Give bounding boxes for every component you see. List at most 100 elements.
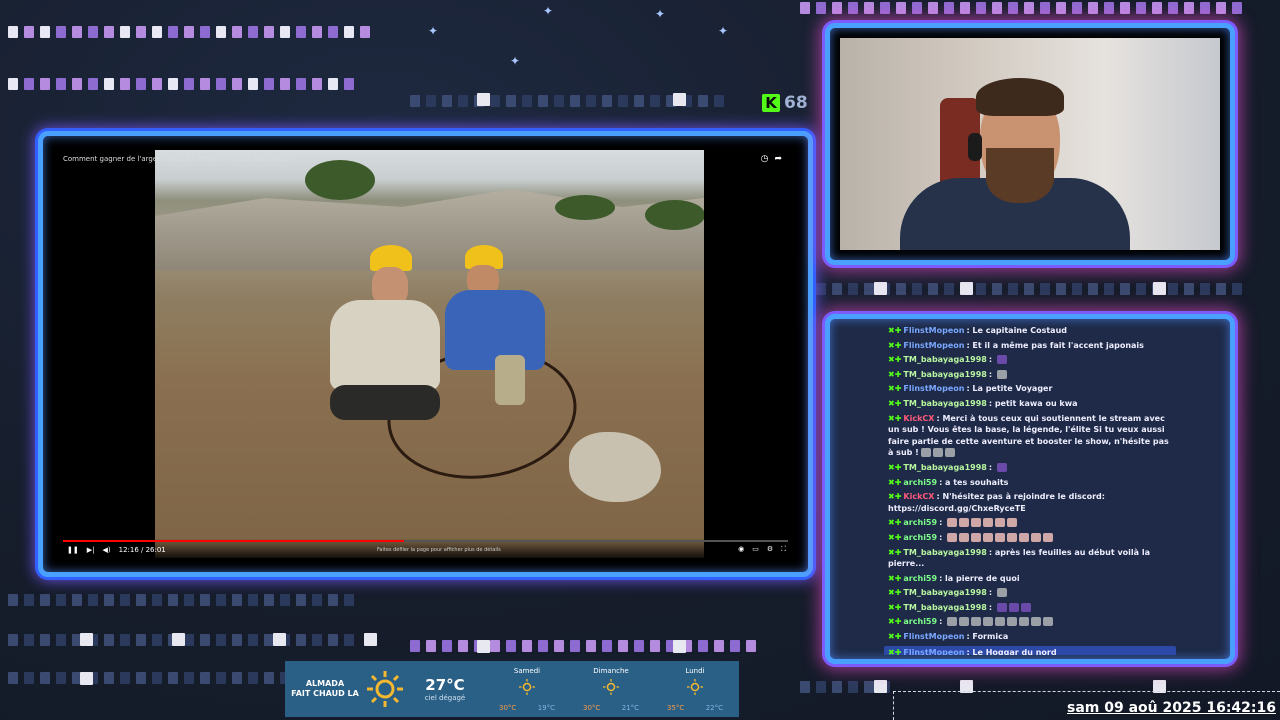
emote-icon: [996, 588, 1007, 598]
emote-icon: [1020, 602, 1031, 612]
emote-icon: [947, 518, 958, 528]
emote-icon: [944, 448, 955, 458]
kick-badge-icon: ✖✚: [888, 413, 902, 423]
chat-username[interactable]: archi59: [903, 478, 937, 487]
emote-icon: [947, 617, 958, 627]
chat-username[interactable]: TM_babayaga1998: [903, 463, 986, 472]
chat-username[interactable]: TM_babayaga1998: [903, 548, 986, 557]
pixel-square-decoration: [874, 680, 887, 693]
chat-separator: :: [988, 588, 995, 598]
chat-username[interactable]: archi59: [903, 518, 937, 527]
webcam-panel: [825, 23, 1235, 265]
chat-text: a tes souhaits: [945, 477, 1009, 487]
emote-icon: [996, 369, 1007, 379]
forecast-day-name: Samedi: [513, 667, 541, 675]
chat-username[interactable]: KickCX: [903, 414, 934, 423]
pixel-row-decoration: [8, 672, 290, 684]
volume-icon[interactable]: ◀): [102, 546, 110, 554]
chat-username[interactable]: FlinstMopeon: [903, 384, 964, 393]
chat-message: ✖✚ KickCX: Merci à tous ceux qui soutienn…: [888, 413, 1172, 459]
emote-icon: [996, 355, 1007, 365]
chat-username[interactable]: FlinstMopeon: [903, 341, 964, 350]
subtitles-icon[interactable]: ▭: [752, 545, 759, 554]
emote-icon: [920, 448, 931, 458]
chat-username[interactable]: TM_babayaga1998: [903, 370, 986, 379]
pause-icon[interactable]: ❚❚: [67, 546, 79, 554]
sun-icon: [365, 669, 405, 709]
pixel-square-decoration: [477, 93, 490, 106]
video-progress-bar[interactable]: [63, 540, 788, 542]
video-left-controls: ❚❚ ▶| ◀) 12:16 / 26:01: [67, 546, 166, 554]
chat-message: ✖✚ TM_babayaga1998:: [888, 354, 1172, 366]
chat-username[interactable]: archi59: [903, 574, 937, 583]
kick-badge-icon: ✖✚: [888, 632, 902, 642]
kick-badge-icon: ✖✚: [888, 398, 902, 408]
emote-icon: [971, 518, 982, 528]
kick-badge-icon: ✖✚: [888, 617, 902, 627]
chat-separator: :: [939, 518, 946, 528]
weather-widget: ALMADA FAIT CHAUD LA 27°C ciel dégagé Sa…: [285, 661, 739, 717]
chat-username[interactable]: TM_babayaga1998: [903, 603, 986, 612]
pixel-square-decoration: [874, 282, 887, 295]
chat-text: Et il a même pas fait l'accent japonais: [972, 340, 1144, 350]
pixel-row-decoration: [410, 640, 756, 652]
emote-icon: [983, 518, 994, 528]
video-right-controls: ◉ ▭ ⚙ ⛶: [738, 545, 786, 554]
autoplay-toggle-icon[interactable]: ◉: [738, 545, 744, 554]
kick-badge-icon: ✖✚: [888, 492, 902, 502]
pixel-row-decoration: [8, 78, 354, 90]
pixel-square-decoration: [273, 633, 286, 646]
pixel-square-decoration: [80, 633, 93, 646]
chat-message: ✖✚ TM_babayaga1998: après les feuilles au…: [888, 547, 1172, 570]
kick-badge-icon: ✖✚: [888, 477, 902, 487]
pixel-row-decoration: [800, 283, 1242, 295]
webcam-feed: [840, 38, 1220, 250]
chat-message: ✖✚ KickCX: N'hésitez pas à rejoindre le d…: [888, 491, 1172, 514]
chat-username[interactable]: archi59: [903, 533, 937, 542]
chat-username[interactable]: TM_babayaga1998: [903, 399, 986, 408]
next-icon[interactable]: ▶|: [87, 546, 95, 554]
forecast-high: 30°C: [583, 704, 601, 712]
emote-icon: [995, 518, 1006, 528]
emote-icon: [959, 532, 970, 542]
share-icon[interactable]: ➦: [774, 154, 788, 164]
chat-username[interactable]: FlinstMopeon: [903, 632, 964, 641]
emote-icon: [995, 617, 1006, 627]
emote-icon: [959, 518, 970, 528]
fullscreen-icon[interactable]: ⛶: [781, 545, 786, 554]
chat-username[interactable]: FlinstMopeon: [903, 648, 964, 655]
chat-username[interactable]: FlinstMopeon: [903, 326, 964, 335]
pixel-row-decoration: [800, 2, 1242, 14]
emote-icon: [1031, 532, 1042, 542]
video-player[interactable]: Comment gagner de l'argent avec les Pier…: [57, 150, 794, 558]
sun-icon: [687, 679, 703, 695]
emote-icon: [1019, 617, 1030, 627]
chat-message-list[interactable]: ✖✚ FlinstMopeon: Le capitaine Costaud ✖✚ Fl…: [838, 323, 1222, 655]
kick-badge-icon: ✖✚: [888, 462, 902, 472]
date-time-clock: sam 09 aoû 2025 16:42:16: [1067, 700, 1276, 716]
forecast-day: Lundi 35°C 22°C: [653, 661, 737, 717]
emote-icon: [971, 532, 982, 542]
kick-badge-icon: ✖✚: [888, 647, 902, 655]
weather-condition: ciel dégagé: [424, 694, 466, 702]
pixel-square-decoration: [673, 93, 686, 106]
sun-icon: [603, 679, 619, 695]
weather-tagline: FAIT CHAUD LA: [291, 689, 359, 698]
emote-icon: [1031, 617, 1042, 627]
settings-gear-icon[interactable]: ⚙: [767, 545, 773, 554]
chat-username[interactable]: archi59: [903, 617, 937, 626]
emote-icon: [996, 462, 1007, 472]
kick-badge-icon: ✖✚: [888, 384, 902, 394]
chat-username[interactable]: TM_babayaga1998: [903, 588, 986, 597]
chat-message: ✖✚ FlinstMopeon: Et il a même pas fait l'…: [888, 340, 1172, 352]
emote-icon: [1043, 532, 1054, 542]
chat-username[interactable]: TM_babayaga1998: [903, 355, 986, 364]
viewer-counter: K 68: [762, 93, 808, 113]
chat-separator: :: [988, 355, 995, 365]
kick-logo-icon: K: [762, 94, 780, 112]
chat-separator: :: [988, 462, 995, 472]
chat-message: ✖✚ FlinstMopeon: Le Hoggar du nord: [884, 645, 1176, 655]
chat-username[interactable]: KickCX: [903, 492, 934, 501]
watch-later-icon[interactable]: ◷: [761, 154, 775, 164]
emote-icon: [1008, 602, 1019, 612]
